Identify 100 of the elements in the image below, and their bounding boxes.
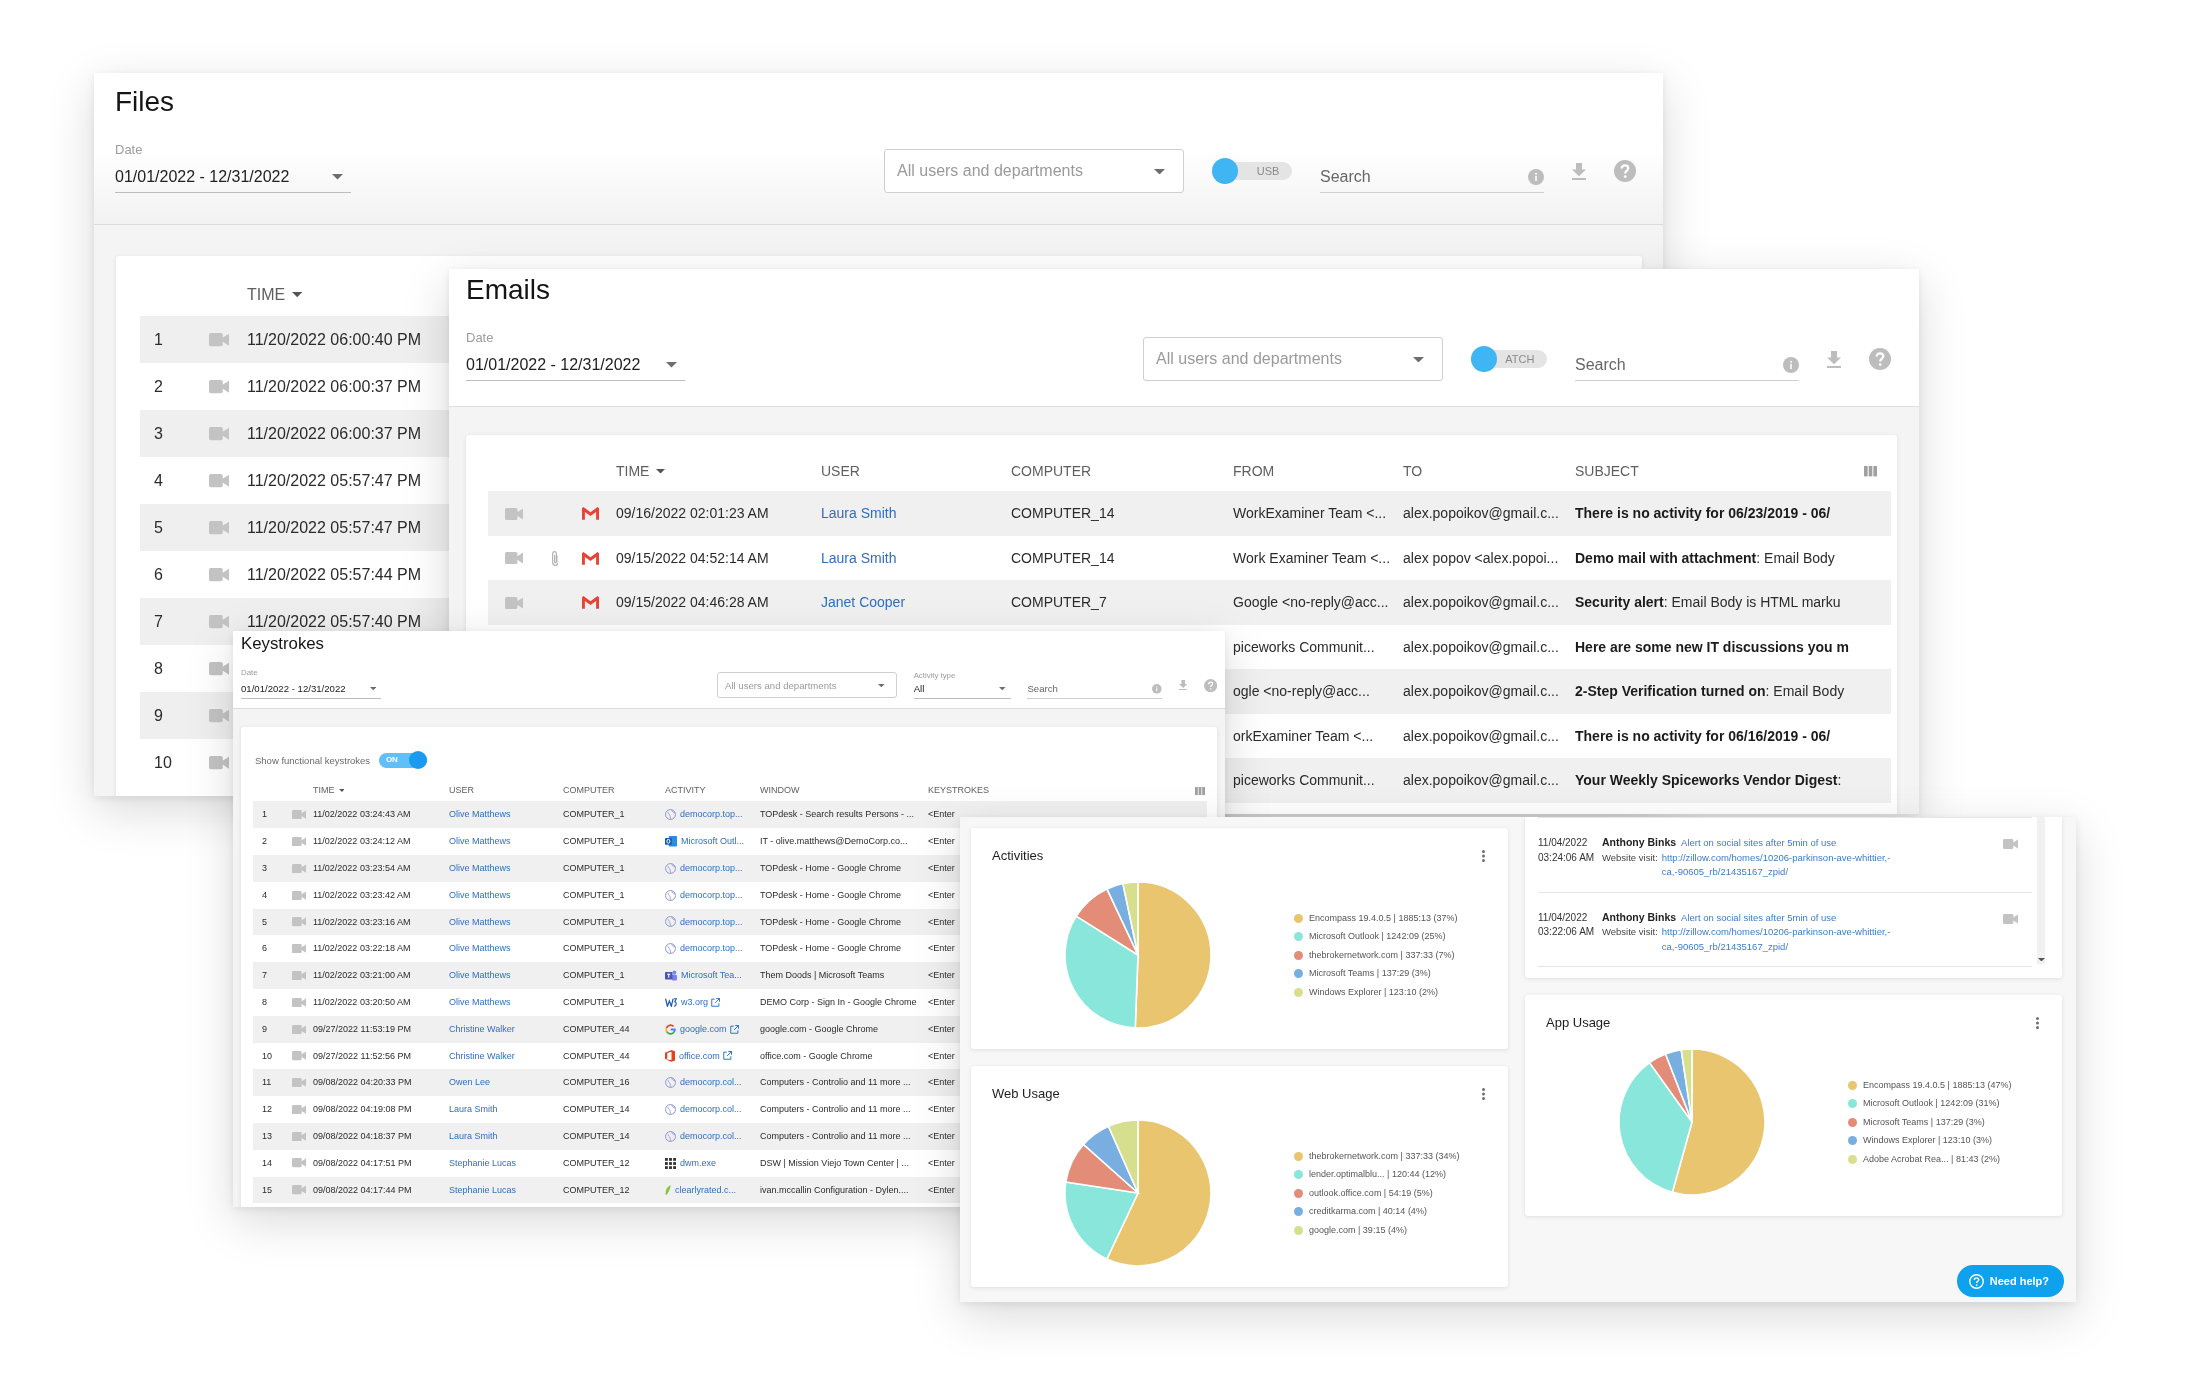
video-camera-icon[interactable] xyxy=(2002,913,2018,924)
help-icon[interactable] xyxy=(1614,160,1636,183)
alert-rule-link[interactable]: Alert on social sites after 5min of use xyxy=(1681,911,1837,923)
video-camera-icon[interactable] xyxy=(292,1024,306,1034)
activity-link[interactable]: democorp.col... xyxy=(680,1104,742,1115)
help-icon[interactable] xyxy=(1869,348,1891,371)
column-header[interactable]: COMPUTER xyxy=(563,785,615,797)
scrollbar[interactable] xyxy=(2037,817,2045,964)
url-link[interactable]: http://zillow.com/homes/10206-parkinson-ave-whittier,-ca,-90605_rb/21435167_zpid/ xyxy=(1661,925,1902,954)
user-link[interactable]: Stephanie Lucas xyxy=(449,1157,517,1169)
video-camera-icon[interactable] xyxy=(292,944,306,954)
activity-link[interactable]: democorp.top... xyxy=(680,916,743,928)
video-camera-icon[interactable] xyxy=(209,521,229,535)
activity-link[interactable]: democorp.top... xyxy=(680,862,743,874)
user-link[interactable]: Christine Walker xyxy=(449,1023,515,1035)
users-dropdown[interactable]: All users and departments xyxy=(716,671,897,699)
column-header[interactable]: KEYSTROKES xyxy=(928,785,990,797)
video-camera-icon[interactable] xyxy=(292,1051,306,1061)
video-camera-icon[interactable] xyxy=(209,615,229,629)
users-dropdown[interactable]: All users and departments xyxy=(1143,337,1443,382)
columns-icon[interactable] xyxy=(1195,786,1205,795)
user-link[interactable]: Olive Matthews xyxy=(449,996,511,1008)
user-link[interactable]: Olive Matthews xyxy=(449,970,511,981)
video-camera-icon[interactable] xyxy=(292,836,306,847)
toggle-switch[interactable]: USB xyxy=(1212,158,1292,185)
video-camera-icon[interactable] xyxy=(292,1158,306,1168)
video-camera-icon[interactable] xyxy=(209,380,229,394)
video-camera-icon[interactable] xyxy=(292,1131,306,1141)
user-link[interactable]: Olive Matthews xyxy=(449,836,511,847)
user-link[interactable]: Olive Matthews xyxy=(449,889,511,901)
mail-icon[interactable] xyxy=(581,596,599,609)
video-camera-icon[interactable] xyxy=(209,756,229,770)
toggle-switch[interactable]: ATCH xyxy=(1471,346,1547,373)
activity-link[interactable]: democorp.col... xyxy=(680,1077,742,1089)
column-header[interactable]: TIME xyxy=(247,284,303,304)
video-camera-icon[interactable] xyxy=(2002,839,2018,849)
date-range-select[interactable]: 01/01/2022 - 12/31/2022 xyxy=(466,355,685,382)
column-header[interactable]: ACTIVITY xyxy=(665,785,706,797)
video-camera-icon[interactable] xyxy=(505,507,523,520)
user-link[interactable]: Laura Smith xyxy=(449,1104,498,1115)
date-range-select[interactable]: 01/01/2022 - 12/31/2022 xyxy=(241,683,381,700)
video-camera-icon[interactable] xyxy=(209,709,229,723)
video-camera-icon[interactable] xyxy=(292,1104,306,1115)
column-header[interactable]: TO xyxy=(1403,462,1423,480)
activity-link[interactable]: dwm.exe xyxy=(680,1157,716,1169)
user-link[interactable]: Christine Walker xyxy=(449,1050,515,1062)
video-camera-icon[interactable] xyxy=(292,1078,306,1088)
column-header[interactable]: FROM xyxy=(1233,462,1275,480)
kebab-menu-icon[interactable] xyxy=(2036,1016,2039,1029)
video-camera-icon[interactable] xyxy=(209,333,229,347)
user-link[interactable]: Olive Matthews xyxy=(449,863,511,874)
video-camera-icon[interactable] xyxy=(209,662,229,676)
user-link[interactable]: Laura Smith xyxy=(821,549,897,567)
url-link[interactable]: http://zillow.com/homes/10206-parkinson-ave-whittier,-ca,-90605_rb/21435167_zpid/ xyxy=(1661,850,1902,880)
activity-link[interactable]: w3.org xyxy=(681,996,720,1008)
activity-link[interactable]: clearlyrated.c... xyxy=(675,1184,737,1196)
video-camera-icon[interactable] xyxy=(292,1185,306,1195)
users-dropdown[interactable]: All users and departments xyxy=(884,149,1184,194)
activity-link[interactable]: democorp.top... xyxy=(680,889,743,901)
user-link[interactable]: Olive Matthews xyxy=(449,943,511,955)
search-field[interactable]: Search xyxy=(1320,167,1522,187)
video-camera-icon[interactable] xyxy=(292,970,306,981)
video-camera-icon[interactable] xyxy=(209,427,229,441)
columns-icon[interactable] xyxy=(1863,466,1877,477)
activity-link[interactable]: Microsoft Tea... xyxy=(681,970,742,981)
activity-link[interactable]: democorp.top... xyxy=(680,943,743,955)
activity-link[interactable]: office.com xyxy=(679,1050,732,1062)
video-camera-icon[interactable] xyxy=(292,863,306,874)
column-header[interactable]: COMPUTER xyxy=(1011,462,1092,480)
mail-icon[interactable] xyxy=(581,551,599,565)
video-camera-icon[interactable] xyxy=(209,474,229,488)
video-camera-icon[interactable] xyxy=(292,997,306,1008)
activity-link[interactable]: democorp.col... xyxy=(680,1130,742,1142)
user-link[interactable]: Laura Smith xyxy=(449,1130,498,1142)
user-link[interactable]: Owen Lee xyxy=(449,1077,491,1089)
user-link[interactable]: Stephanie Lucas xyxy=(449,1184,517,1196)
column-header[interactable]: SUBJECT xyxy=(1575,462,1639,480)
kebab-menu-icon[interactable] xyxy=(1482,849,1485,862)
column-header[interactable]: TIME xyxy=(313,785,345,797)
column-header[interactable]: USER xyxy=(449,785,474,797)
info-icon[interactable] xyxy=(1528,168,1544,185)
download-icon[interactable] xyxy=(1178,680,1187,691)
video-camera-icon[interactable] xyxy=(505,552,523,565)
video-camera-icon[interactable] xyxy=(292,890,306,900)
help-icon[interactable] xyxy=(1203,678,1217,692)
date-range-select[interactable]: 01/01/2022 - 12/31/2022 xyxy=(115,167,351,194)
column-header[interactable]: WINDOW xyxy=(760,785,800,797)
video-camera-icon[interactable] xyxy=(209,568,229,582)
video-camera-icon[interactable] xyxy=(292,810,306,820)
activity-link[interactable]: google.com xyxy=(680,1023,739,1035)
activity-link[interactable]: democorp.top... xyxy=(680,809,743,821)
need-help-button[interactable]: Need help? xyxy=(1956,1265,2064,1297)
column-header[interactable]: USER xyxy=(821,462,860,480)
download-icon[interactable] xyxy=(1827,350,1841,368)
user-link[interactable]: Laura Smith xyxy=(821,505,897,522)
video-camera-icon[interactable] xyxy=(505,596,523,609)
info-icon[interactable] xyxy=(1783,356,1799,373)
download-icon[interactable] xyxy=(1572,162,1586,180)
mail-icon[interactable] xyxy=(581,507,599,520)
alert-rule-link[interactable]: Alert on social sites after 5min of use xyxy=(1681,837,1837,848)
